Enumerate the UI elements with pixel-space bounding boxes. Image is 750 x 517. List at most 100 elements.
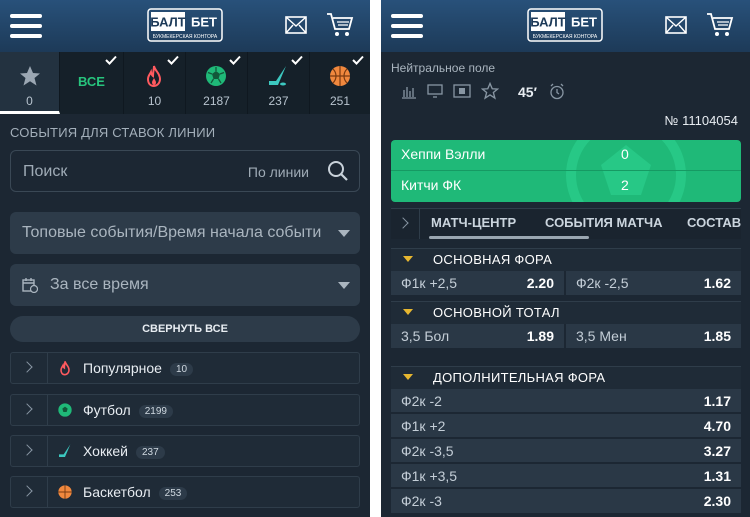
category-row-hockey[interactable]: Хоккей 237 bbox=[10, 435, 360, 467]
check-icon bbox=[167, 55, 179, 65]
collapse-all-button[interactable]: СВЕРНУТЬ ВСЕ bbox=[10, 316, 360, 342]
odd-value: 1.31 bbox=[703, 468, 731, 484]
market-title: ДОПОЛНИТЕЛЬНАЯ ФОРА bbox=[433, 370, 606, 385]
monitor-icon[interactable] bbox=[427, 83, 443, 99]
team-home-score: 0 bbox=[621, 146, 629, 162]
star-icon[interactable] bbox=[481, 82, 499, 100]
market-header[interactable]: ДОПОЛНИТЕЛЬНАЯ ФОРА bbox=[391, 366, 741, 389]
line-events-screen: БАЛТ БЕТ БУКМЕКЕРСКАЯ КОНТОРА 0 ВСЕ 10 2… bbox=[0, 0, 370, 517]
sport-tab-popular[interactable]: 10 bbox=[124, 52, 186, 114]
search-mode-label[interactable]: По линии bbox=[248, 164, 309, 180]
odd-name: Ф1к +2 bbox=[401, 418, 446, 434]
odd-cell[interactable]: Ф2к -3 2.30 bbox=[391, 489, 741, 513]
chevron-down-icon bbox=[338, 282, 350, 289]
team-away-score: 2 bbox=[621, 177, 629, 193]
category-count: 10 bbox=[169, 363, 194, 376]
sport-tab-football[interactable]: 2187 bbox=[186, 52, 248, 114]
odd-name: Ф1к +2,5 bbox=[401, 275, 458, 291]
check-icon bbox=[352, 55, 364, 65]
svg-text:БЕТ: БЕТ bbox=[191, 15, 217, 30]
stats-icon[interactable] bbox=[401, 83, 417, 99]
svg-text:БАЛТ: БАЛТ bbox=[530, 15, 566, 30]
menu-icon[interactable] bbox=[391, 14, 423, 38]
odd-cell[interactable]: Ф2к -3,5 3.27 bbox=[391, 439, 741, 463]
sport-tab-hockey[interactable]: 237 bbox=[248, 52, 310, 114]
odd-cell[interactable]: 3,5 Мен 1.85 bbox=[566, 324, 741, 348]
tab-match-center[interactable]: МАТЧ-ЦЕНТР bbox=[431, 215, 516, 230]
check-icon bbox=[291, 55, 303, 65]
field-icon[interactable] bbox=[453, 83, 471, 99]
odd-name: Ф2к -3,5 bbox=[401, 443, 454, 459]
category-name: Баскетбол bbox=[83, 484, 151, 500]
category-count: 237 bbox=[135, 446, 165, 459]
category-row-football[interactable]: Футбол 2199 bbox=[10, 394, 360, 426]
chevron-down-icon bbox=[403, 374, 413, 380]
odd-cell[interactable]: Ф2к -2 1.17 bbox=[391, 389, 741, 413]
odd-cell[interactable]: Ф1к +3,5 1.31 bbox=[391, 464, 741, 488]
svg-text:БЕТ: БЕТ bbox=[571, 15, 597, 30]
chevron-right-icon[interactable] bbox=[11, 353, 48, 383]
sport-filter-strip: 0 ВСЕ 10 2187 237 251 bbox=[0, 52, 370, 114]
favorites-count: 0 bbox=[26, 94, 33, 108]
baltbet-logo[interactable]: БАЛТ БЕТ БУКМЕКЕРСКАЯ КОНТОРА bbox=[147, 8, 223, 42]
odd-value: 1.85 bbox=[703, 328, 731, 344]
tab-match-events[interactable]: СОБЫТИЯ МАТЧА bbox=[545, 215, 663, 230]
team-away-name: Китчи ФК bbox=[401, 177, 462, 193]
sport-tab-favorites[interactable]: 0 bbox=[0, 52, 60, 114]
category-row-basketball[interactable]: Баскетбол 253 bbox=[10, 476, 360, 508]
odd-cell[interactable]: Ф1к +2 4.70 bbox=[391, 414, 741, 438]
sport-tab-all[interactable]: ВСЕ bbox=[60, 52, 124, 114]
category-label: Хоккей 237 bbox=[83, 443, 165, 459]
hockey-stick-icon bbox=[59, 444, 71, 457]
chevron-down-icon bbox=[338, 230, 350, 237]
market-header[interactable]: ОСНОВНОЙ ТОТАЛ bbox=[391, 301, 741, 324]
market-title: ОСНОВНАЯ ФОРА bbox=[433, 252, 553, 267]
odd-cell[interactable]: Ф2к -2,5 1.62 bbox=[566, 271, 741, 295]
match-tabs: МАТЧ-ЦЕНТР СОБЫТИЯ МАТЧА СОСТАВ bbox=[391, 208, 741, 239]
odd-name: Ф2к -2 bbox=[401, 393, 442, 409]
category-count: 253 bbox=[158, 487, 188, 500]
odd-name: Ф2к -2,5 bbox=[576, 275, 629, 291]
odd-value: 1.17 bbox=[703, 393, 731, 409]
odd-name: 3,5 Бол bbox=[401, 328, 450, 344]
team-home-name: Хеппи Вэлли bbox=[401, 146, 486, 162]
menu-icon[interactable] bbox=[10, 14, 42, 38]
period-select[interactable]: За все время bbox=[10, 264, 360, 306]
category-count: 2199 bbox=[138, 405, 173, 418]
market-title: ОСНОВНОЙ ТОТАЛ bbox=[433, 305, 560, 320]
odd-value: 1.62 bbox=[703, 275, 731, 291]
star-icon bbox=[20, 66, 40, 86]
baltbet-logo[interactable]: БАЛТ БЕТ БУКМЕКЕРСКАЯ КОНТОРА bbox=[527, 8, 603, 42]
cart-icon[interactable] bbox=[706, 12, 734, 38]
tab-scroll-indicator bbox=[429, 236, 589, 239]
chevron-right-icon[interactable] bbox=[11, 395, 48, 425]
chevron-right-icon[interactable] bbox=[11, 436, 48, 466]
odd-cell[interactable]: 3,5 Бол 1.89 bbox=[391, 324, 564, 348]
svg-text:БУКМЕКЕРСКАЯ КОНТОРА: БУКМЕКЕРСКАЯ КОНТОРА bbox=[533, 34, 598, 40]
tab-lineup[interactable]: СОСТАВ bbox=[687, 215, 741, 230]
odd-value: 2.30 bbox=[703, 493, 731, 509]
scoreboard: Хеппи Вэлли 0 Китчи ФК 2 bbox=[391, 140, 741, 202]
odd-value: 3.27 bbox=[703, 443, 731, 459]
market-header[interactable]: ОСНОВНАЯ ФОРА bbox=[391, 248, 741, 271]
category-name: Хоккей bbox=[83, 443, 128, 459]
venue-label: Нейтральное поле bbox=[391, 61, 496, 75]
sort-select[interactable]: Топовые события/Время начала событи bbox=[10, 212, 360, 254]
sport-tab-basketball[interactable]: 251 bbox=[310, 52, 370, 114]
odd-name: Ф1к +3,5 bbox=[401, 468, 458, 484]
search-field[interactable]: Поиск По линии bbox=[10, 150, 360, 192]
period-select-value: За все время bbox=[50, 276, 149, 293]
search-icon[interactable] bbox=[327, 160, 349, 182]
chevron-right-icon[interactable] bbox=[11, 477, 48, 507]
odd-cell[interactable]: Ф1к +2,5 2.20 bbox=[391, 271, 564, 295]
football-icon bbox=[206, 66, 226, 86]
cart-icon[interactable] bbox=[326, 12, 354, 38]
chevron-right-icon[interactable] bbox=[391, 209, 420, 239]
top-bar: БАЛТ БЕТ БУКМЕКЕРСКАЯ КОНТОРА bbox=[0, 0, 370, 52]
mail-icon[interactable] bbox=[285, 16, 307, 34]
search-input[interactable]: Поиск bbox=[23, 163, 67, 181]
mail-icon[interactable] bbox=[665, 16, 687, 34]
odd-name: Ф2к -3 bbox=[401, 493, 442, 509]
category-row-popular[interactable]: Популярное 10 bbox=[10, 352, 360, 384]
alarm-clock-icon[interactable] bbox=[549, 83, 565, 100]
